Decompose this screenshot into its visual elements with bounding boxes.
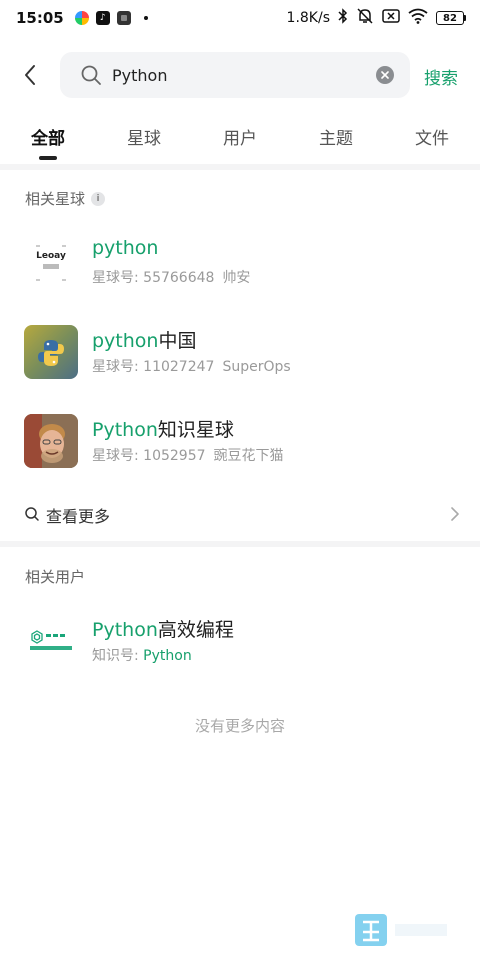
colorful-app-icon xyxy=(74,11,89,25)
user-meta: 知识号: Python xyxy=(92,645,192,665)
planet-item[interactable]: Python知识星球 星球号: 1052957 豌豆花下猫 xyxy=(24,414,464,468)
close-icon xyxy=(381,71,389,79)
tab-all[interactable]: 全部 xyxy=(16,124,80,149)
status-right: 1.8K/s 82 xyxy=(287,7,466,29)
search-input[interactable] xyxy=(112,52,362,98)
tab-users[interactable]: 用户 xyxy=(208,124,272,149)
planet-owner: 帅安 xyxy=(222,270,251,286)
planet-title: python xyxy=(92,237,158,259)
tiktok-icon: ♪ xyxy=(95,11,110,25)
planet-title-highlight: python xyxy=(92,237,159,259)
search-icon xyxy=(80,64,102,90)
planet-title-rest: 中国 xyxy=(158,330,197,352)
user-title: Python高效编程 xyxy=(92,615,234,642)
user-id-prefix: 知识号: xyxy=(92,648,144,664)
planet-meta: 星球号: 55766648 帅安 xyxy=(92,267,250,287)
user-avatar xyxy=(24,614,78,668)
planet-title: python中国 xyxy=(92,326,196,353)
tab-planets[interactable]: 星球 xyxy=(112,124,176,149)
planet-meta: 星球号: 1052957 豌豆花下猫 xyxy=(92,445,284,465)
no-more-content: 没有更多内容 xyxy=(194,717,285,735)
planet-owner: 豌豆花下猫 xyxy=(213,448,284,464)
clear-search-button[interactable] xyxy=(376,66,394,84)
search-box[interactable] xyxy=(60,52,410,98)
users-section-title: 相关用户 xyxy=(25,566,85,587)
planet-avatar xyxy=(24,414,78,468)
section-divider xyxy=(0,164,480,170)
mute-icon xyxy=(356,7,374,29)
planet-id: 星球号: 11027247 xyxy=(92,359,215,375)
network-speed: 1.8K/s xyxy=(286,10,330,26)
user-title-highlight: Python xyxy=(92,619,158,641)
users-section-label: 相关用户 xyxy=(25,568,86,586)
wifi-icon xyxy=(408,8,428,28)
search-header: 搜索 xyxy=(0,52,480,98)
planet-title-rest: 知识星球 xyxy=(157,419,234,441)
tab-bar: 全部 星球 用户 主题 文件 xyxy=(0,118,480,164)
planet-avatar: Leoay xyxy=(24,236,78,290)
back-button[interactable] xyxy=(16,60,44,90)
info-icon[interactable]: i xyxy=(91,191,106,206)
tab-files[interactable]: 文件 xyxy=(400,124,464,149)
planet-id: 星球号: 1052957 xyxy=(92,448,206,464)
chevron-right-icon xyxy=(450,506,460,526)
user-id-highlight: Python xyxy=(143,648,192,664)
search-icon xyxy=(24,506,40,526)
search-button[interactable]: 搜索 xyxy=(424,64,458,89)
active-tab-indicator xyxy=(39,156,57,160)
sim-off-icon xyxy=(382,8,400,28)
view-more-button[interactable]: 查看更多 xyxy=(24,500,460,528)
notification-dot xyxy=(143,16,148,20)
planets-section-title: 相关星球 i xyxy=(25,188,106,209)
planet-item[interactable]: Leoay python 星球号: 55766648 帅安 xyxy=(24,236,464,290)
tab-topics[interactable]: 主题 xyxy=(304,124,368,149)
watermark-logo xyxy=(355,912,451,948)
planet-owner: SuperOps xyxy=(222,359,291,375)
planet-avatar xyxy=(24,325,78,379)
status-bar: 15:05 ♪ 1.8K/s 82 xyxy=(0,0,480,36)
chevron-left-icon xyxy=(25,65,35,85)
app-icon xyxy=(116,11,131,25)
planets-section-label: 相关星球 xyxy=(25,190,86,208)
planet-item[interactable]: python中国 星球号: 11027247 SuperOps xyxy=(24,325,464,379)
planet-meta: 星球号: 11027247 SuperOps xyxy=(92,356,291,376)
planet-title: Python知识星球 xyxy=(92,415,234,442)
svg-text:Leoay: Leoay xyxy=(36,251,66,261)
planet-title-highlight: Python xyxy=(92,419,158,441)
user-title-rest: 高效编程 xyxy=(157,619,234,641)
planet-id: 星球号: 55766648 xyxy=(92,270,215,286)
python-logo-icon xyxy=(38,340,64,366)
user-item[interactable]: Python高效编程 知识号: Python xyxy=(24,614,464,668)
person-photo-icon xyxy=(24,414,78,468)
status-time: 15:05 xyxy=(16,9,64,27)
status-left: 15:05 ♪ xyxy=(16,9,148,27)
battery-level: 82 xyxy=(436,11,464,25)
view-more-label: 查看更多 xyxy=(46,507,111,526)
planet-title-highlight: python xyxy=(92,330,159,352)
battery-icon: 82 xyxy=(436,11,466,25)
bluetooth-icon xyxy=(338,8,348,28)
section-divider xyxy=(0,541,480,547)
